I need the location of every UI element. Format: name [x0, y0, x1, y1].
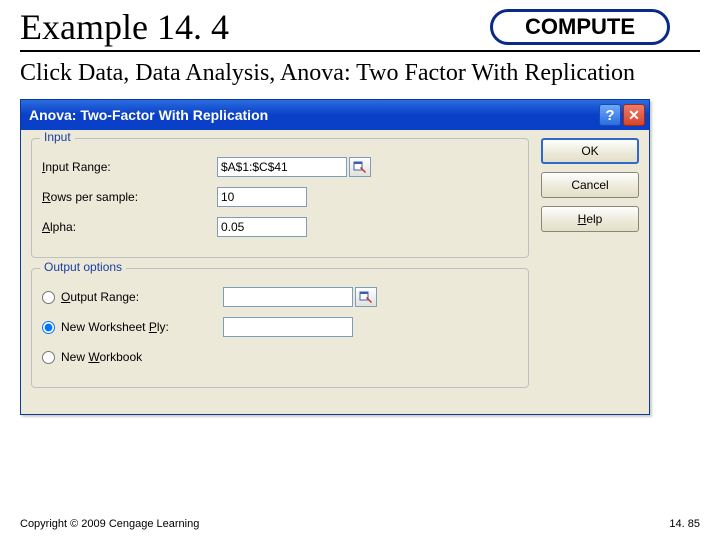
- dialog-title: Anova: Two-Factor With Replication: [29, 107, 597, 123]
- new-worksheet-ply-field[interactable]: [223, 317, 353, 337]
- close-icon[interactable]: ✕: [623, 104, 645, 126]
- rows-per-sample-field[interactable]: [217, 187, 307, 207]
- help-button[interactable]: Help: [541, 206, 639, 232]
- input-group-title: Input: [40, 130, 75, 144]
- instruction-text: Click Data, Data Analysis, Anova: Two Fa…: [0, 58, 720, 99]
- output-group-title: Output options: [40, 260, 126, 274]
- input-group: Input Input Range: Rows per sample: Alph…: [31, 138, 529, 258]
- input-range-field[interactable]: [217, 157, 347, 177]
- cancel-button[interactable]: Cancel: [541, 172, 639, 198]
- ok-button[interactable]: OK: [541, 138, 639, 164]
- dialog-titlebar[interactable]: Anova: Two-Factor With Replication ? ✕: [21, 100, 649, 130]
- titlebar-help-icon[interactable]: ?: [599, 104, 621, 126]
- input-range-label: Input Range:: [42, 160, 217, 174]
- title-underline: [20, 50, 700, 52]
- new-worksheet-ply-radio[interactable]: [42, 321, 55, 334]
- copyright-text: Copyright © 2009 Cengage Learning: [20, 518, 669, 530]
- new-workbook-radio[interactable]: [42, 351, 55, 364]
- output-range-picker-icon[interactable]: [355, 287, 377, 307]
- compute-badge: COMPUTE: [490, 9, 670, 45]
- output-range-radio[interactable]: [42, 291, 55, 304]
- output-options-group: Output options Output Range: New Workshe…: [31, 268, 529, 388]
- anova-dialog: Anova: Two-Factor With Replication ? ✕ I…: [20, 99, 650, 415]
- alpha-field[interactable]: [217, 217, 307, 237]
- output-range-label: Output Range:: [61, 290, 223, 304]
- example-title: Example 14. 4: [20, 6, 229, 48]
- alpha-label: Alpha:: [42, 220, 217, 234]
- rows-per-sample-label: Rows per sample:: [42, 190, 217, 204]
- new-worksheet-ply-label: New Worksheet Ply:: [61, 320, 223, 334]
- range-picker-icon[interactable]: [349, 157, 371, 177]
- new-workbook-label: New Workbook: [61, 350, 223, 364]
- page-number: 14. 85: [669, 518, 700, 530]
- output-range-field: [223, 287, 353, 307]
